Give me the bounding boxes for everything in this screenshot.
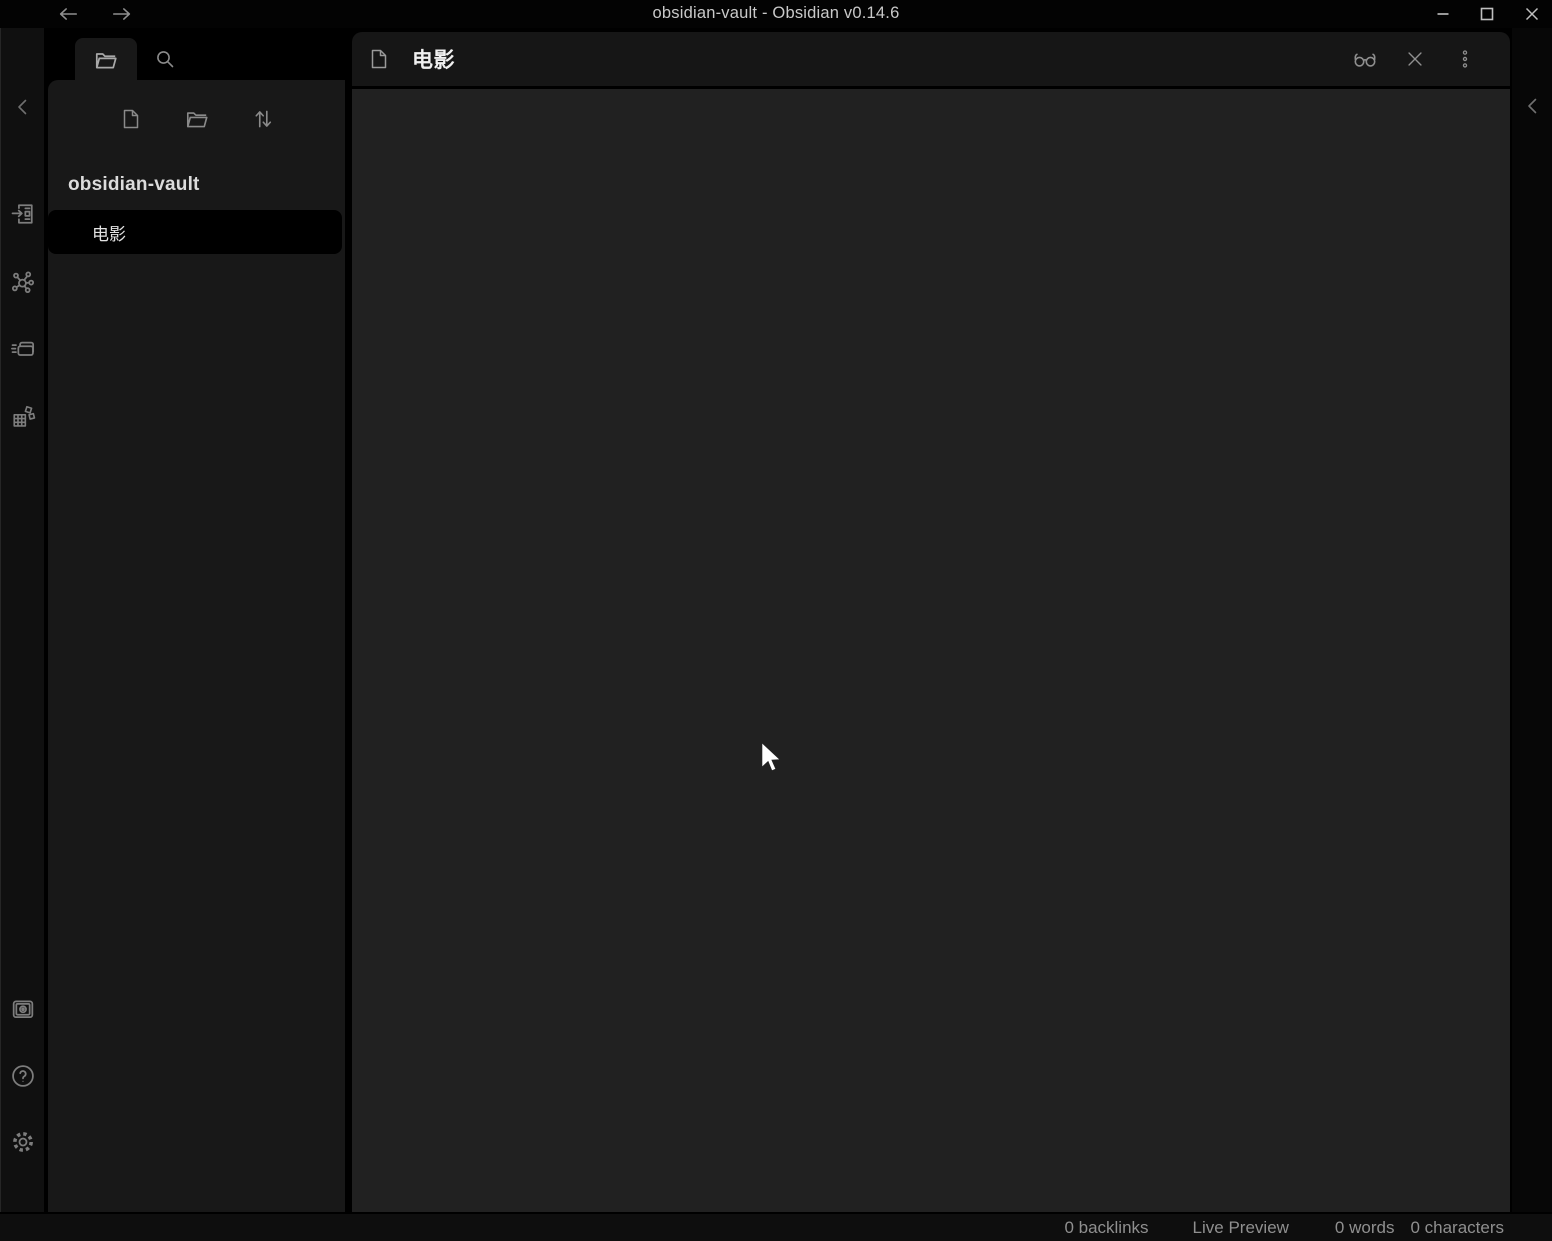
slides-icon: [9, 334, 37, 362]
title-bar: obsidian-vault - Obsidian v0.14.6: [0, 0, 1552, 28]
minimize-button[interactable]: [1428, 2, 1458, 26]
collapse-left-sidebar-button[interactable]: [8, 92, 38, 122]
obsidian-window: obsidian-vault - Obsidian v0.14.6: [0, 0, 1552, 1241]
file-explorer-panel: obsidian-vault 电影: [48, 80, 345, 1212]
new-folder-icon: [184, 106, 210, 132]
maximize-button[interactable]: [1472, 2, 1502, 26]
quick-switcher-icon: [9, 200, 37, 228]
help-button[interactable]: [8, 1061, 38, 1091]
window-close-button[interactable]: [1517, 2, 1547, 26]
expand-right-sidebar-button[interactable]: [1520, 93, 1546, 119]
new-folder-button[interactable]: [184, 106, 210, 132]
help-icon: [9, 1062, 37, 1090]
status-editor-mode[interactable]: Live Preview: [1193, 1218, 1289, 1238]
vault-name[interactable]: obsidian-vault: [68, 174, 200, 196]
left-ribbon: [0, 28, 44, 1212]
slides-button[interactable]: [8, 333, 38, 363]
editor-content-area[interactable]: [352, 89, 1510, 1212]
quick-switcher-button[interactable]: [8, 199, 38, 229]
settings-button[interactable]: [8, 1127, 38, 1157]
graph-view-icon: [9, 268, 37, 296]
mouse-cursor: [760, 741, 784, 775]
status-backlinks[interactable]: 0 backlinks: [1064, 1218, 1148, 1238]
status-word-count: 0 words: [1335, 1218, 1395, 1238]
reading-view-button[interactable]: [1350, 44, 1380, 74]
graph-view-button[interactable]: [8, 267, 38, 297]
tab-search[interactable]: [143, 40, 187, 78]
editor-tab-title: 电影: [412, 44, 455, 74]
sort-order-button[interactable]: [250, 106, 276, 132]
chevron-left-icon: [1521, 94, 1545, 118]
settings-icon: [9, 1128, 37, 1156]
sort-order-icon: [250, 106, 276, 132]
more-options-button[interactable]: [1450, 44, 1480, 74]
minimize-icon: [1435, 6, 1451, 22]
file-item-selected[interactable]: 电影: [48, 210, 342, 254]
folder-icon: [93, 47, 119, 73]
new-note-icon: [119, 107, 143, 131]
maximize-icon: [1479, 6, 1495, 22]
file-item-label: 电影: [92, 220, 126, 245]
random-blocks-button[interactable]: [8, 401, 38, 431]
reading-view-icon: [1351, 45, 1379, 73]
open-vault-icon: [9, 995, 37, 1023]
editor-tab-header: 电影: [352, 32, 1510, 86]
window-title: obsidian-vault - Obsidian v0.14.6: [0, 4, 1552, 23]
chevron-left-icon: [11, 95, 35, 119]
tab-file-explorer[interactable]: [75, 38, 137, 82]
open-vault-button[interactable]: [8, 994, 38, 1024]
close-tab-button[interactable]: [1400, 44, 1430, 74]
search-icon: [153, 47, 177, 71]
document-icon: [366, 46, 392, 72]
right-sidebar-strip: [1512, 28, 1552, 1212]
new-note-button[interactable]: [118, 106, 144, 132]
status-character-count: 0 characters: [1410, 1218, 1504, 1238]
status-bar: 0 backlinks Live Preview 0 words 0 chara…: [0, 1212, 1552, 1241]
more-options-icon: [1454, 48, 1476, 70]
close-icon: [1404, 48, 1426, 70]
random-blocks-icon: [9, 402, 37, 430]
explorer-action-bar: [48, 106, 345, 132]
close-icon: [1524, 6, 1540, 22]
